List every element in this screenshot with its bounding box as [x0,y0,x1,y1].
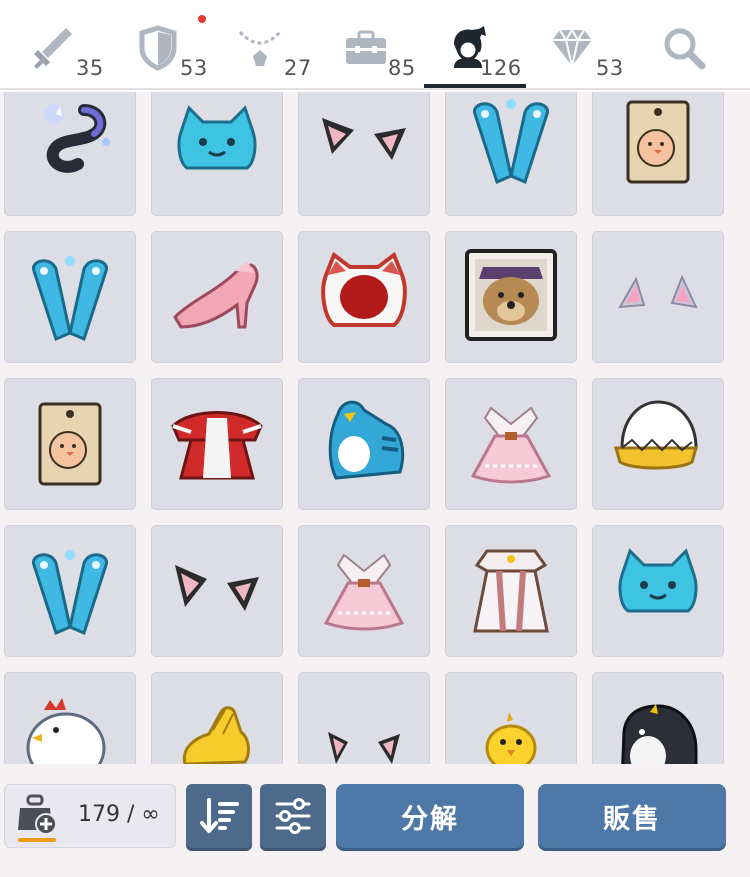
inventory-slot[interactable] [445,231,577,363]
pink-dress-icon [470,406,552,484]
category-tab-bar: 35 53 27 85 126 53 [0,0,750,92]
paw-boots-icon [32,550,108,636]
inventory-slot[interactable] [592,525,724,657]
cat-hat-icon [618,548,698,613]
sword-icon [34,28,72,69]
inventory-slot[interactable] [4,672,136,764]
filter-button[interactable] [260,784,326,848]
inventory-slot[interactable] [4,525,136,657]
tab-count: 53 [180,56,208,80]
tab-search[interactable] [660,22,708,88]
yellow-glove-icon [182,706,250,764]
penguin-suit-icon [328,400,405,480]
tab-cosmetic[interactable]: 126 [444,22,564,88]
tab-divider [0,88,750,90]
disassemble-button[interactable]: 分解 [336,784,524,848]
capacity-text: 179 / ∞ [78,802,160,827]
tab-accessory[interactable]: 27 [236,22,356,88]
black-penguin-icon [621,704,698,764]
inventory-slot[interactable] [445,525,577,657]
white-cat-hood-icon [321,251,407,327]
tab-count: 85 [388,56,416,80]
inventory-grid[interactable] [0,92,750,764]
toolbox-icon [346,30,386,64]
cat-ears-icon [175,565,259,611]
sell-button[interactable]: 販售 [538,784,726,848]
tab-count: 126 [480,56,522,80]
inventory-slot[interactable] [151,92,283,216]
inventory-slot[interactable] [151,231,283,363]
cat-ears-icon [322,118,406,160]
inventory-slot[interactable] [4,378,136,510]
sort-icon [200,798,239,833]
inventory-slot[interactable] [592,231,724,363]
inventory-action-bar: 179 / ∞ 分解 販售 [0,764,750,877]
paw-boots-icon [32,256,108,342]
bag-add-icon [18,794,57,835]
cat-ears-icon [328,732,400,764]
shield-icon [139,25,177,71]
white-robe-icon [473,549,549,633]
inventory-slot[interactable] [298,231,430,363]
chicken-suit-icon [26,698,106,764]
chick-tag-icon [626,100,690,184]
inventory-slot[interactable] [592,378,724,510]
inventory-slot[interactable] [298,378,430,510]
inventory-slot[interactable] [4,92,136,216]
inventory-slot[interactable] [445,672,577,764]
tab-gems[interactable]: 53 [548,22,668,88]
inventory-slot[interactable] [298,525,430,657]
necklace-icon [238,30,282,66]
capacity-bar [18,838,56,842]
inventory-slot[interactable] [298,672,430,764]
pink-dress-icon [323,553,405,631]
diamond-icon [552,28,592,67]
filter-sliders-icon [275,798,311,834]
inventory-slot[interactable] [151,378,283,510]
pink-heel-icon [173,261,259,329]
search-icon [664,28,706,70]
tab-count: 27 [284,56,312,80]
inventory-slot[interactable] [151,525,283,657]
inventory-slot[interactable] [592,92,724,216]
sort-button[interactable] [186,784,252,848]
inventory-slot[interactable] [445,92,577,216]
pink-ears-icon [618,274,698,309]
yellow-chick-icon [485,712,537,764]
tail-icon [44,104,110,173]
inventory-slot[interactable] [151,672,283,764]
inventory-capacity: 179 / ∞ [4,784,176,848]
paw-boots-icon [473,99,549,185]
egg-shell-icon [614,400,698,470]
dog-portrait-icon [465,249,557,341]
cat-hat-icon [177,105,257,170]
inventory-slot[interactable] [4,231,136,363]
red-cape-outfit-icon [171,411,263,480]
tab-equip[interactable]: 35 [28,22,148,88]
inventory-slot[interactable] [592,672,724,764]
chick-tag-icon [38,402,102,486]
inventory-slot[interactable] [298,92,430,216]
tab-count: 53 [596,56,624,80]
tab-count: 35 [76,56,104,80]
inventory-slot[interactable] [445,378,577,510]
